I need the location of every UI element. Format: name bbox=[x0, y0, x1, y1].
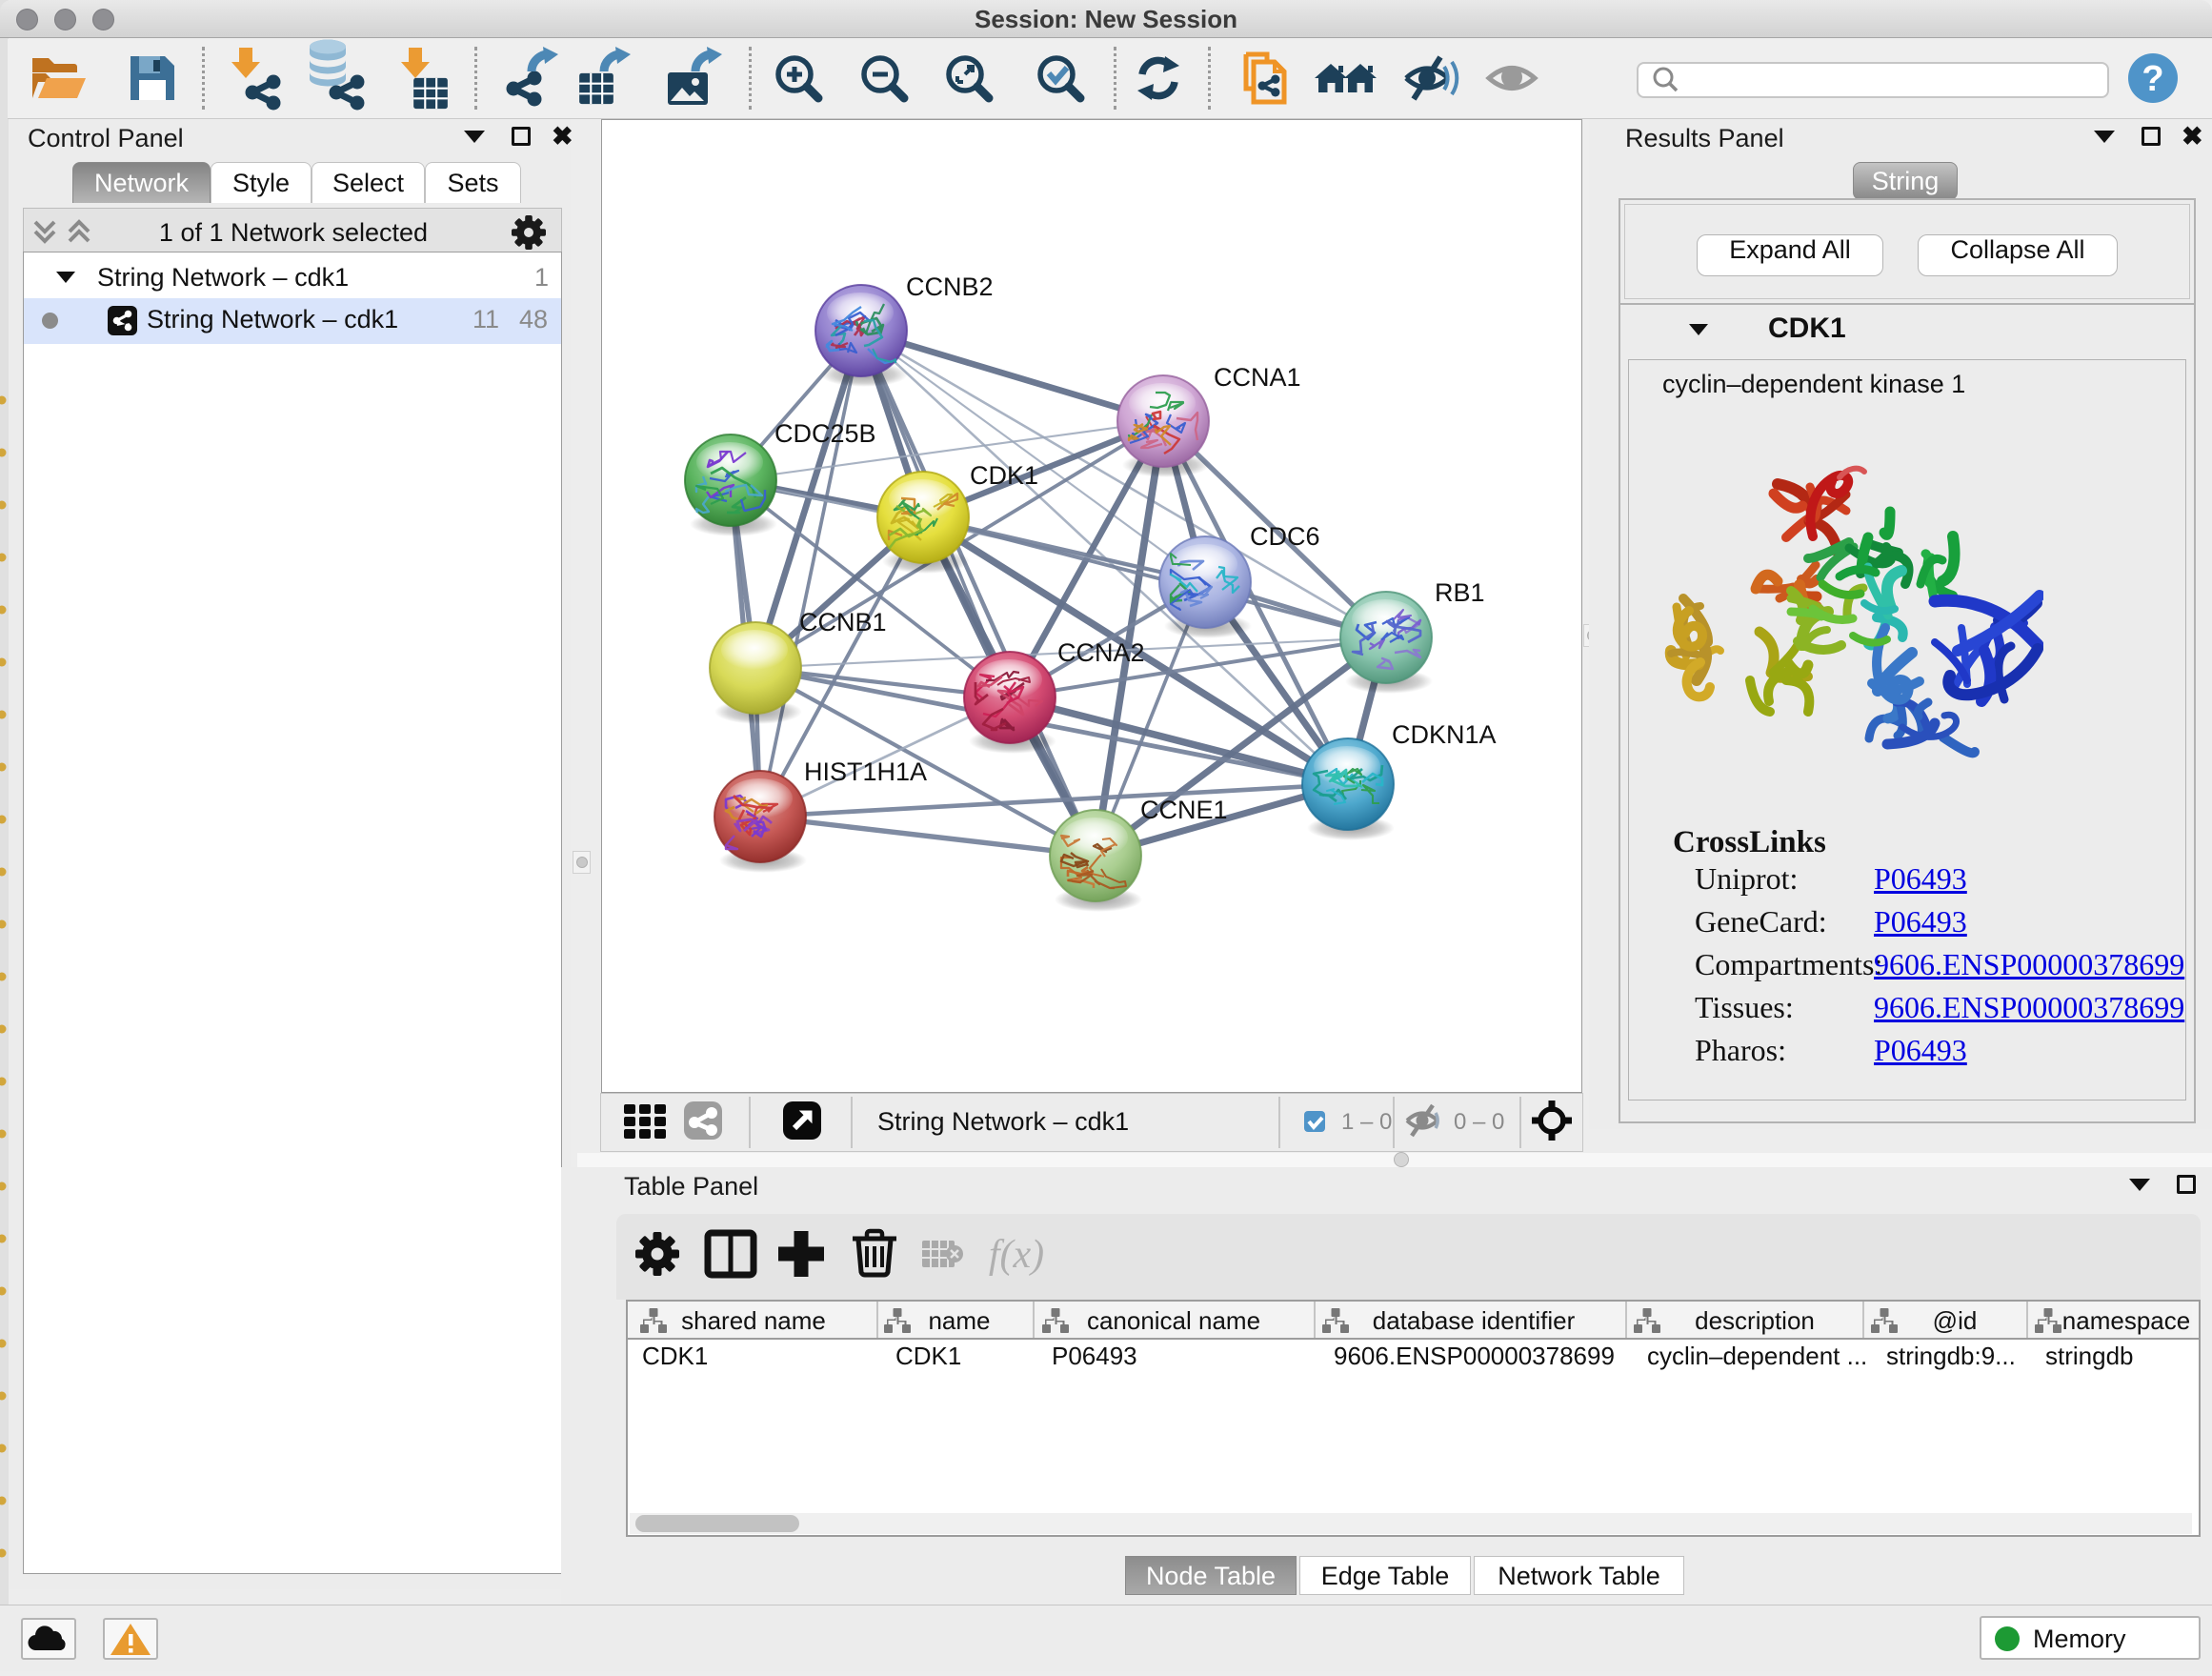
svg-text:CDC25B: CDC25B bbox=[774, 419, 876, 448]
svg-text:shared name: shared name bbox=[681, 1306, 826, 1335]
svg-text:name: name bbox=[928, 1306, 990, 1335]
svg-text:f(x): f(x) bbox=[989, 1233, 1044, 1277]
svg-text:canonical name: canonical name bbox=[1087, 1306, 1260, 1335]
svg-text:1 of 1 Network selected: 1 of 1 Network selected bbox=[159, 218, 428, 247]
svg-text:RB1: RB1 bbox=[1435, 578, 1485, 607]
svg-text:description: description bbox=[1695, 1306, 1815, 1335]
svg-text:CCNA2: CCNA2 bbox=[1057, 638, 1145, 667]
svg-text:String Network – cdk1: String Network – cdk1 bbox=[877, 1107, 1129, 1136]
svg-text:CDKN1A: CDKN1A bbox=[1392, 720, 1497, 749]
svg-text:CCNE1: CCNE1 bbox=[1140, 796, 1228, 824]
svg-text:1 – 0: 1 – 0 bbox=[1341, 1109, 1392, 1135]
svg-text:CCNA1: CCNA1 bbox=[1214, 363, 1301, 392]
svg-text:CCNB2: CCNB2 bbox=[906, 273, 994, 301]
svg-text:CCNB1: CCNB1 bbox=[799, 608, 887, 636]
svg-text:HIST1H1A: HIST1H1A bbox=[804, 757, 927, 786]
svg-text:database identifier: database identifier bbox=[1373, 1306, 1576, 1335]
svg-text:@id: @id bbox=[1933, 1306, 1978, 1335]
svg-text:CDC6: CDC6 bbox=[1250, 522, 1320, 551]
svg-text:CDK1: CDK1 bbox=[970, 461, 1038, 490]
svg-text:namespace: namespace bbox=[2062, 1306, 2190, 1335]
svg-text:?: ? bbox=[2142, 59, 2163, 99]
svg-text:0 – 0: 0 – 0 bbox=[1454, 1109, 1504, 1135]
